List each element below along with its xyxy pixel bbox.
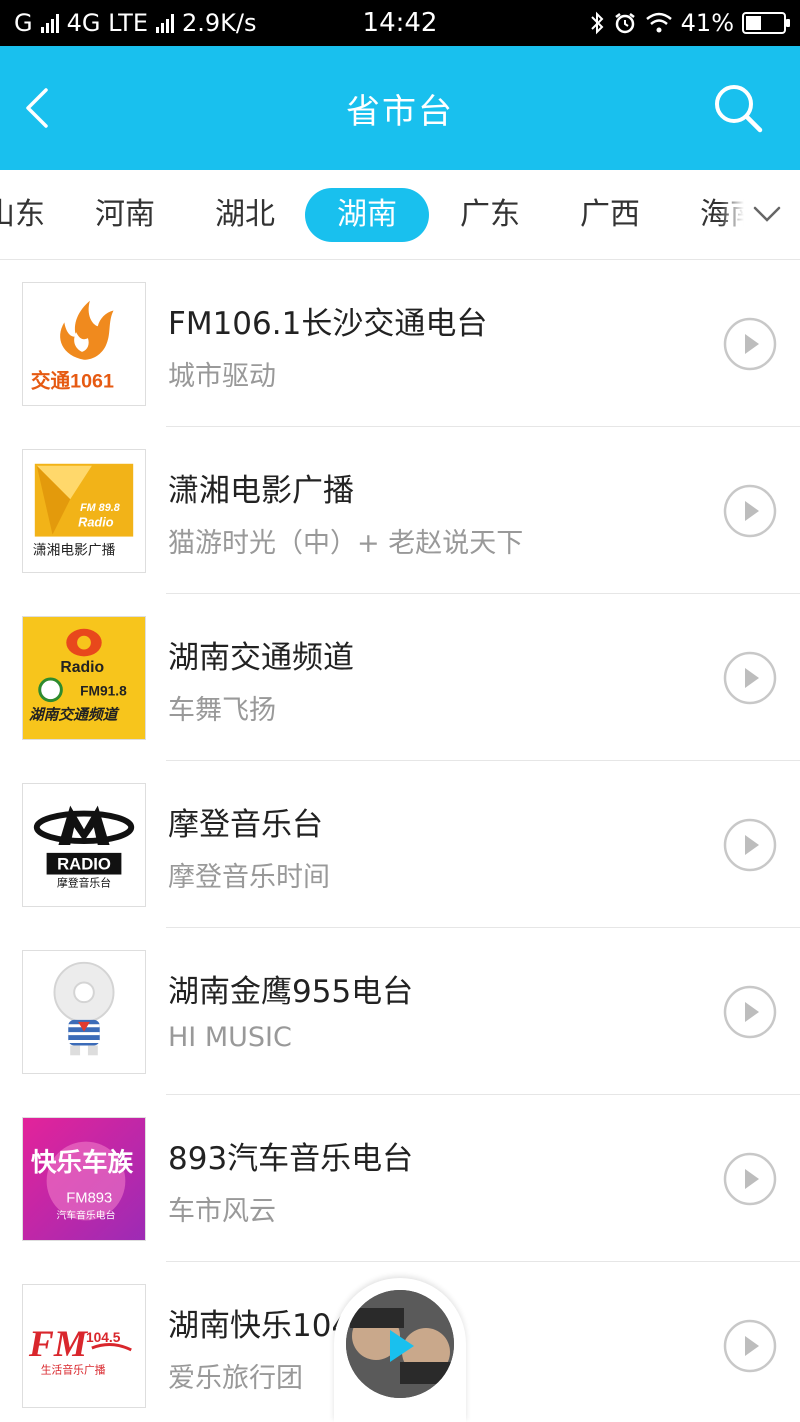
tabs-expand-button[interactable] bbox=[720, 170, 800, 259]
svg-text:Radio: Radio bbox=[60, 659, 104, 676]
play-button[interactable] bbox=[722, 650, 778, 706]
station-program: 摩登音乐时间 bbox=[168, 862, 330, 893]
station-logo: Radio FM91.8 湖南交通频道 bbox=[22, 616, 146, 740]
station-item[interactable]: 交通1061 FM106.1长沙交通电台 城市驱动 bbox=[0, 260, 800, 427]
station-logo: FM 89.8 Radio 潇湘电影广播 bbox=[22, 449, 146, 573]
station-name: 摩登音乐台 bbox=[168, 807, 323, 843]
search-icon bbox=[715, 85, 763, 133]
svg-text:摩登音乐台: 摩登音乐台 bbox=[57, 875, 111, 889]
station-name: FM106.1长沙交通电台 bbox=[168, 306, 488, 342]
svg-text:FM91.8: FM91.8 bbox=[80, 684, 127, 699]
play-button[interactable] bbox=[722, 984, 778, 1040]
tab-hubei[interactable]: 湖北 bbox=[198, 188, 292, 242]
battery-percent: 41% bbox=[680, 9, 734, 37]
tab-henan[interactable]: 河南 bbox=[78, 188, 172, 242]
battery-icon bbox=[742, 12, 790, 34]
network-label: G bbox=[14, 9, 33, 37]
station-item[interactable]: Radio FM91.8 湖南交通频道 湖南交通频道 车舞飞扬 bbox=[0, 594, 800, 761]
chevron-down-icon bbox=[753, 206, 781, 222]
bluetooth-icon bbox=[590, 11, 604, 35]
svg-text:RADIO: RADIO bbox=[57, 855, 111, 874]
station-logo bbox=[22, 950, 146, 1074]
svg-text:湖南交通频道: 湖南交通频道 bbox=[29, 706, 120, 723]
station-name: 893汽车音乐电台 bbox=[168, 1141, 414, 1177]
station-list: 交通1061 FM106.1长沙交通电台 城市驱动 FM 89.8 Radio … bbox=[0, 260, 800, 1422]
station-item[interactable]: 快乐车族 FM893 汽车音乐电台 893汽车音乐电台 车市风云 bbox=[0, 1095, 800, 1262]
play-button[interactable] bbox=[722, 1318, 778, 1374]
play-button[interactable] bbox=[722, 1151, 778, 1207]
tab-guangdong[interactable]: 广东 bbox=[443, 188, 537, 242]
wifi-icon bbox=[645, 12, 672, 33]
network-speed: 2.9K/s bbox=[182, 9, 257, 37]
station-logo: 交通1061 bbox=[22, 282, 146, 406]
svg-text:FM 89.8: FM 89.8 bbox=[80, 502, 120, 514]
station-name: 潇湘电影广播 bbox=[168, 473, 354, 509]
svg-text:生活音乐广播: 生活音乐广播 bbox=[41, 1363, 106, 1377]
station-program: HI MUSIC bbox=[168, 1022, 292, 1053]
alarm-icon bbox=[614, 13, 635, 34]
page-title: 省市台 bbox=[346, 92, 454, 132]
mini-player[interactable] bbox=[334, 1278, 466, 1422]
station-item[interactable]: RADIO 摩登音乐台 摩登音乐台 摩登音乐时间 bbox=[0, 761, 800, 928]
app-header: 省市台 bbox=[0, 46, 800, 170]
svg-text:FM893: FM893 bbox=[66, 1191, 112, 1207]
station-logo: FM 104.5 生活音乐广播 bbox=[22, 1284, 146, 1408]
station-logo: 快乐车族 FM893 汽车音乐电台 bbox=[22, 1117, 146, 1241]
province-tabs: 山东 河南 湖北 湖南 广东 广西 海南 bbox=[0, 170, 800, 260]
station-name: 湖南交通频道 bbox=[168, 640, 354, 676]
station-program: 车舞飞扬 bbox=[168, 695, 276, 726]
signal-icon-2 bbox=[156, 13, 174, 33]
station-item[interactable]: 湖南金鹰955电台 HI MUSIC bbox=[0, 928, 800, 1095]
play-icon bbox=[390, 1330, 414, 1362]
station-logo: RADIO 摩登音乐台 bbox=[22, 783, 146, 907]
station-program: 车市风云 bbox=[168, 1196, 276, 1227]
status-right: 41% bbox=[589, 9, 790, 37]
station-program: 猫游时光（中）+ 老赵说天下 bbox=[168, 528, 524, 559]
status-bar: G 4G LTE 2.9K/s 14:42 41% bbox=[0, 0, 800, 46]
svg-text:104.5: 104.5 bbox=[86, 1330, 121, 1345]
station-item[interactable]: FM 89.8 Radio 潇湘电影广播 潇湘电影广播 猫游时光（中）+ 老赵说… bbox=[0, 427, 800, 594]
svg-text:交通1061: 交通1061 bbox=[31, 369, 114, 392]
station-program: 爱乐旅行团 bbox=[168, 1363, 303, 1394]
play-button[interactable] bbox=[722, 817, 778, 873]
station-name: 湖南金鹰955电台 bbox=[168, 974, 414, 1010]
tab-guangxi[interactable]: 广西 bbox=[563, 188, 657, 242]
svg-text:快乐车族: 快乐车族 bbox=[31, 1147, 134, 1178]
svg-text:Radio: Radio bbox=[78, 515, 114, 530]
search-button[interactable] bbox=[712, 82, 764, 134]
svg-text:FM: FM bbox=[28, 1324, 89, 1365]
svg-text:汽车音乐电台: 汽车音乐电台 bbox=[56, 1208, 115, 1221]
svg-text:潇湘电影广播: 潇湘电影广播 bbox=[33, 542, 116, 558]
tab-hunan[interactable]: 湖南 bbox=[305, 188, 429, 242]
play-button[interactable] bbox=[722, 483, 778, 539]
play-button[interactable] bbox=[722, 316, 778, 372]
status-left: G 4G LTE 2.9K/s bbox=[14, 9, 257, 37]
tab-shandong[interactable]: 山东 bbox=[0, 188, 60, 242]
network-type-label: 4G LTE bbox=[66, 9, 148, 37]
signal-icon bbox=[40, 13, 59, 33]
station-program: 城市驱动 bbox=[168, 361, 276, 392]
